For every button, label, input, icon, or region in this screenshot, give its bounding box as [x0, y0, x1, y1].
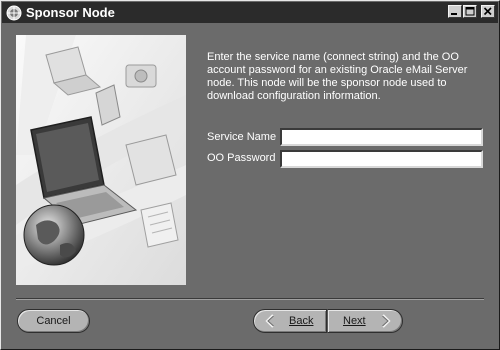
close-button[interactable]	[481, 5, 495, 18]
navigation-buttons: Back Next	[253, 309, 403, 333]
service-name-input[interactable]	[280, 128, 483, 146]
title-bar[interactable]: Sponsor Node	[2, 2, 498, 23]
back-button[interactable]: Back	[253, 309, 327, 333]
computer-globe-illustration	[16, 35, 186, 285]
instructions-text: Enter the service name (connect string) …	[207, 51, 468, 102]
maximize-icon	[465, 7, 475, 16]
oo-password-input[interactable]	[280, 150, 483, 168]
cancel-button-label: Cancel	[36, 315, 71, 327]
footer-separator	[16, 298, 484, 300]
service-name-label: Service Name	[207, 131, 277, 143]
next-button[interactable]: Next	[327, 309, 403, 333]
window-title: Sponsor Node	[26, 5, 115, 20]
chevron-left-icon	[265, 314, 274, 328]
next-button-label: Next	[343, 315, 366, 327]
oracle-installer-icon	[6, 5, 22, 21]
maximize-button[interactable]	[463, 5, 477, 18]
chevron-right-icon	[381, 314, 391, 328]
oo-password-label: OO Password	[207, 152, 276, 164]
side-illustration	[16, 35, 186, 285]
close-icon	[483, 7, 492, 16]
minimize-button[interactable]	[448, 5, 462, 18]
minimize-icon	[451, 13, 457, 15]
cancel-button[interactable]: Cancel	[17, 309, 90, 333]
back-button-label: Back	[289, 315, 314, 327]
dialog-window: Sponsor Node Enter the service name (con…	[0, 0, 500, 350]
